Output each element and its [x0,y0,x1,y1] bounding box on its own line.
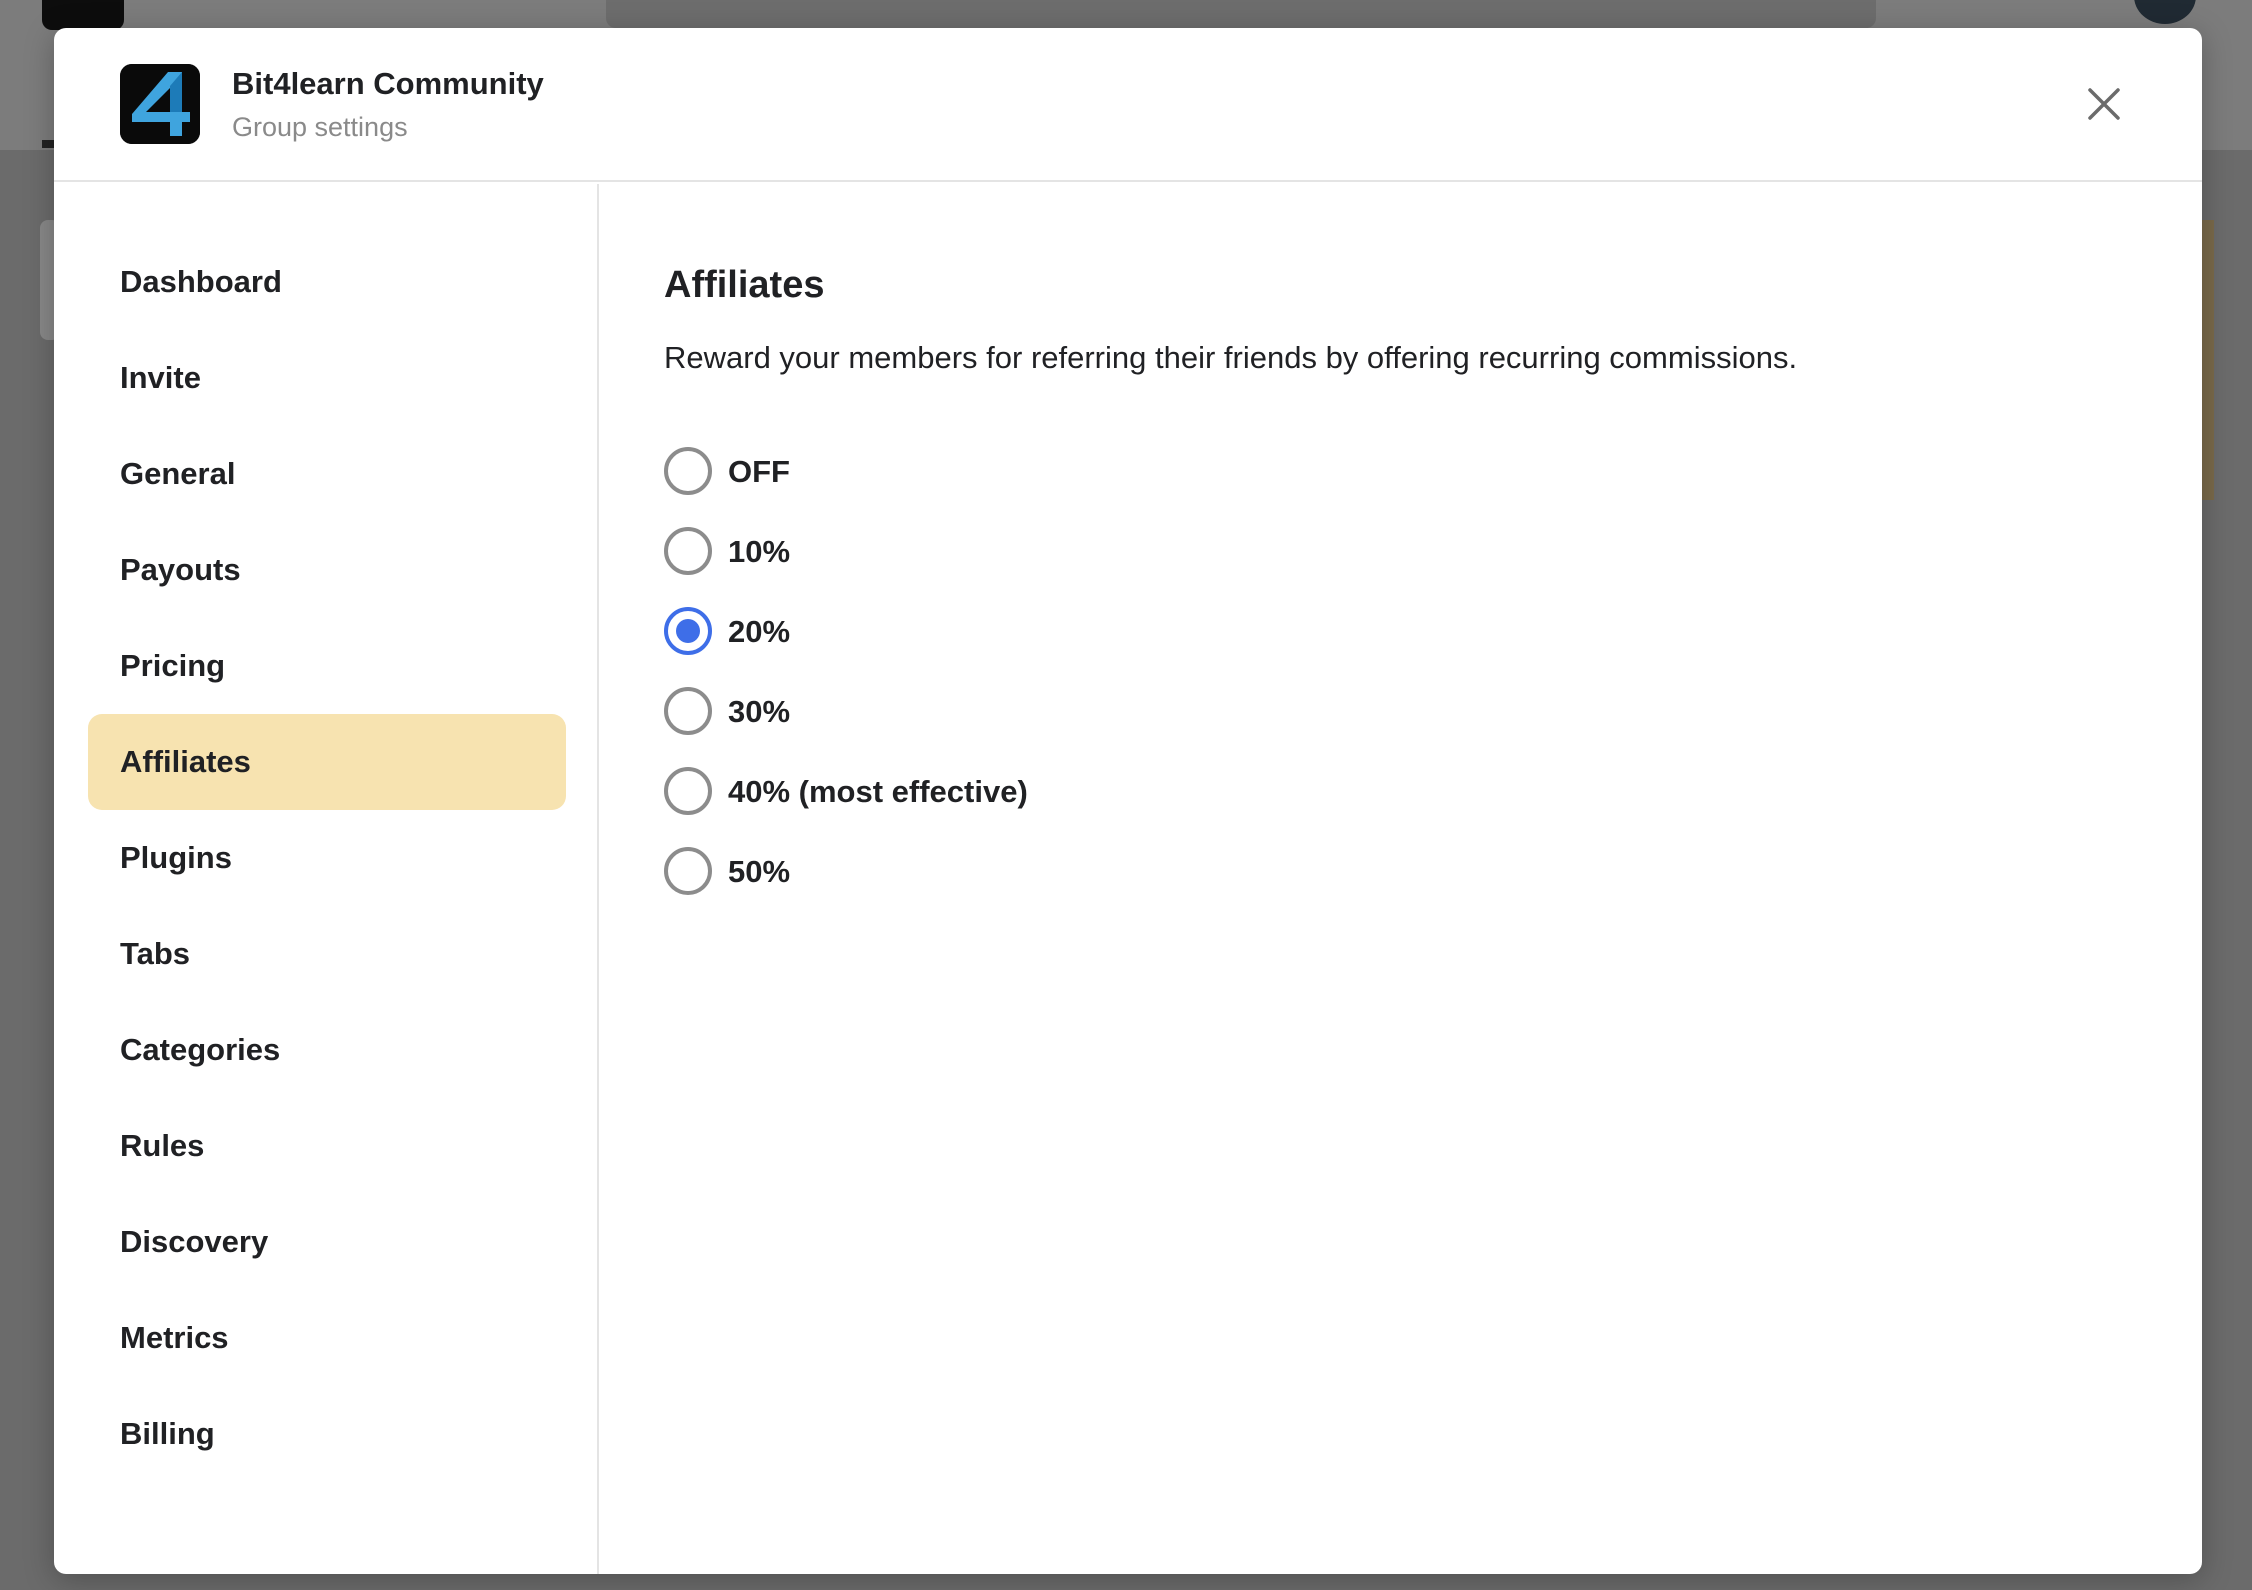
option-label: OFF [728,454,790,489]
sidebar-item-payouts[interactable]: Payouts [88,522,566,618]
section-description: Reward your members for referring their … [664,340,1798,375]
bit4learn-logo-icon [120,64,200,144]
sidebar-item-pricing[interactable]: Pricing [88,618,566,714]
radio-button[interactable] [664,447,712,495]
radio-button[interactable] [664,527,712,575]
sidebar-item-label: Discovery [120,1224,269,1259]
option-label: 20% [728,614,791,649]
background-logo [42,0,124,30]
settings-sidebar: Dashboard Invite General Payouts Pricing… [54,184,599,1574]
sidebar-item-rules[interactable]: Rules [88,1098,566,1194]
background-image [2202,220,2214,500]
background-tab-underline [42,140,54,148]
settings-content: Affiliates Reward your members for refer… [600,184,2202,1574]
sidebar-item-label: Categories [120,1032,281,1067]
option-label: 10% [728,534,791,569]
radio-button[interactable] [664,767,712,815]
sidebar-item-discovery[interactable]: Discovery [88,1194,566,1290]
radio-button[interactable] [664,687,712,735]
sidebar-item-label: Dashboard [120,264,282,299]
group-settings-modal: Bit4learn Community Group settings Dashb… [54,28,2202,1574]
sidebar-item-label: Affiliates [120,744,251,779]
group-name: Bit4learn Community [232,66,544,101]
sidebar-item-tabs[interactable]: Tabs [88,906,566,1002]
option-label: 30% [728,694,791,729]
sidebar-item-general[interactable]: General [88,426,566,522]
page-title: Affiliates [664,264,825,306]
option-label: 40% (most effective) [728,774,1028,809]
sidebar-item-affiliates[interactable]: Affiliates [88,714,566,810]
sidebar-item-label: Payouts [120,552,241,587]
option-label: 50% [728,854,791,889]
sidebar-item-plugins[interactable]: Plugins [88,810,566,906]
modal-header: Bit4learn Community Group settings [54,28,2202,182]
background-avatar [2134,0,2196,24]
sidebar-item-label: Pricing [120,648,226,683]
sidebar-item-label: Rules [120,1128,205,1163]
sidebar-item-dashboard[interactable]: Dashboard [88,234,566,330]
sidebar-item-categories[interactable]: Categories [88,1002,566,1098]
radio-button-selected[interactable] [664,607,712,655]
sidebar-item-label: Metrics [120,1320,229,1355]
background-search-bar [606,0,1876,28]
close-icon[interactable] [2082,82,2126,126]
radio-button[interactable] [664,847,712,895]
sidebar-item-metrics[interactable]: Metrics [88,1290,566,1386]
sidebar-item-label: General [120,456,236,491]
sidebar-item-billing[interactable]: Billing [88,1386,566,1482]
sidebar-item-label: Plugins [120,840,232,875]
sidebar-item-label: Invite [120,360,201,395]
sidebar-item-invite[interactable]: Invite [88,330,566,426]
modal-subtitle: Group settings [232,112,408,142]
sidebar-item-label: Billing [120,1416,215,1451]
sidebar-item-label: Tabs [120,936,191,971]
